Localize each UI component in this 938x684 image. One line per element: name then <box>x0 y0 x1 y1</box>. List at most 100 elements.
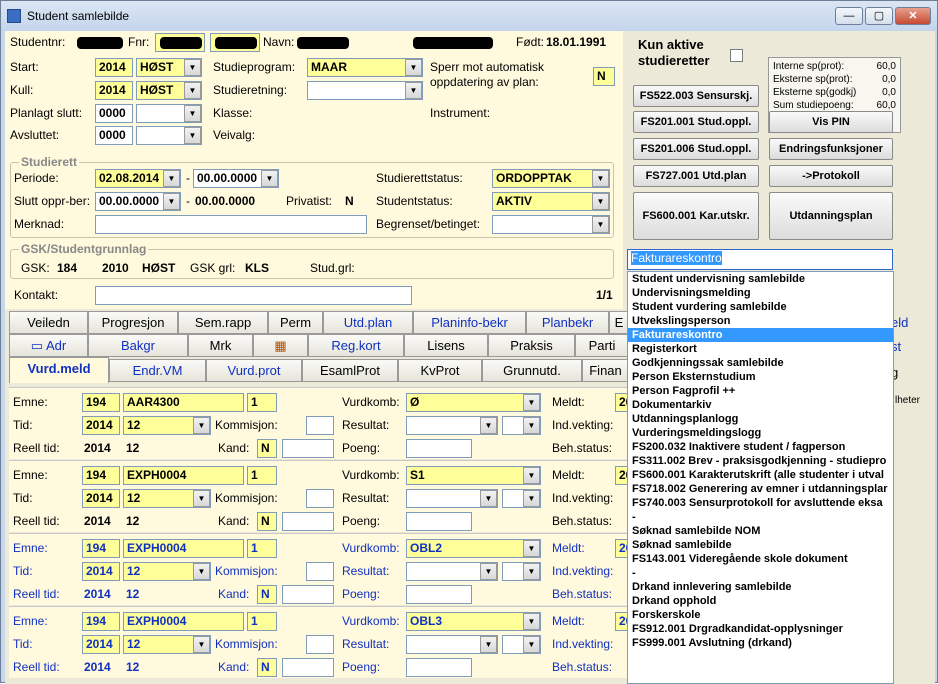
resultat-extra-select[interactable]: ▼ <box>502 562 541 581</box>
kand-extra-field[interactable] <box>282 585 334 604</box>
emne-version-field[interactable]: 1 <box>247 612 277 631</box>
dropdown-item[interactable]: FS912.001 Drgradkandidat-opplysninger <box>628 622 893 636</box>
chevron-down-icon[interactable]: ▼ <box>163 193 180 210</box>
emne-inst-field[interactable]: 194 <box>82 539 120 558</box>
dropdown-item[interactable]: Person Fagprofil ++ <box>628 384 893 398</box>
poeng-field[interactable] <box>406 658 472 677</box>
kontakt-field[interactable] <box>95 286 412 305</box>
emne-code-field[interactable]: EXPH0004 <box>123 539 244 558</box>
tab-adr[interactable]: ▭ Adr <box>9 334 88 357</box>
dropdown-item[interactable]: Vurderingsmeldingslogg <box>628 426 893 440</box>
studieprogram-select[interactable]: MAAR ▼ <box>307 58 423 77</box>
dropdown-item[interactable]: Undervisningsmelding <box>628 286 893 300</box>
tab-veiledn[interactable]: Veiledn <box>9 311 88 334</box>
tab-perm[interactable]: Perm <box>268 311 323 334</box>
tid-year-field[interactable]: 2014 <box>82 489 120 508</box>
poeng-field[interactable] <box>406 439 472 458</box>
utdanningsplan-button[interactable]: Utdanningsplan <box>769 192 893 240</box>
chevron-down-icon[interactable]: ▼ <box>592 216 609 233</box>
vurdkomb-select[interactable]: S1 ▼ <box>406 466 541 485</box>
dropdown-item[interactable]: FS143.001 Videregående skole dokument <box>628 552 893 566</box>
chevron-down-icon[interactable]: ▼ <box>193 563 210 580</box>
resultat-select[interactable]: ▼ <box>406 416 498 435</box>
dropdown-item[interactable]: - <box>628 510 893 524</box>
start-term-select[interactable]: HØST ▼ <box>136 58 202 77</box>
tid-term-select[interactable]: 12 ▼ <box>123 416 211 435</box>
kun-aktive-checkbox[interactable] <box>730 49 743 62</box>
tid-term-select[interactable]: 12 ▼ <box>123 635 211 654</box>
vurdkomb-select[interactable]: OBL2 ▼ <box>406 539 541 558</box>
kand-field[interactable]: N <box>257 439 277 458</box>
chevron-down-icon[interactable]: ▼ <box>592 170 609 187</box>
studentstatus-select[interactable]: AKTIV ▼ <box>492 192 610 211</box>
resultat-select[interactable]: ▼ <box>406 562 498 581</box>
chevron-down-icon[interactable]: ▼ <box>523 636 540 653</box>
endringsfunksjoner-button[interactable]: Endringsfunksjoner <box>769 138 893 160</box>
begrenset-select[interactable]: ▼ <box>492 215 610 234</box>
resultat-extra-select[interactable]: ▼ <box>502 635 541 654</box>
emne-version-field[interactable]: 1 <box>247 393 277 412</box>
kand-field[interactable]: N <box>257 658 277 677</box>
fs600-button[interactable]: FS600.001 Kar.utskr. <box>633 192 759 240</box>
dropdown-item[interactable]: FS311.002 Brev - praksisgodkjenning - st… <box>628 454 893 468</box>
start-year-field[interactable]: 2014 <box>95 58 133 77</box>
tab-vurdprot[interactable]: Vurd.prot <box>206 359 302 382</box>
tab-planinfo-bekr[interactable]: Planinfo-bekr <box>413 311 526 334</box>
vurdkomb-select[interactable]: OBL3 ▼ <box>406 612 541 631</box>
dropdown-item[interactable]: - <box>628 566 893 580</box>
chevron-down-icon[interactable]: ▼ <box>523 490 540 507</box>
chevron-down-icon[interactable]: ▼ <box>184 82 201 99</box>
tab-regkort[interactable]: Reg.kort <box>308 334 404 357</box>
emne-version-field[interactable]: 1 <box>247 466 277 485</box>
dropdown-item[interactable]: FS718.002 Generering av emner i utdannin… <box>628 482 893 496</box>
fnr-field[interactable] <box>155 33 205 52</box>
function-combo[interactable]: Fakturareskontro <box>627 249 893 270</box>
tab-finan[interactable]: Finan <box>582 359 629 382</box>
chevron-down-icon[interactable]: ▼ <box>523 394 540 411</box>
tab-endrvm[interactable]: Endr.VM <box>109 359 206 382</box>
kommisjon-field[interactable] <box>306 416 334 435</box>
kull-year-field[interactable]: 2014 <box>95 81 133 100</box>
sperr-field[interactable]: N <box>593 67 615 86</box>
tab-progresjon[interactable]: Progresjon <box>88 311 178 334</box>
tid-term-select[interactable]: 12 ▼ <box>123 562 211 581</box>
dropdown-item[interactable]: Forskerskole <box>628 608 893 622</box>
dropdown-item[interactable]: Utvekslingsperson <box>628 314 893 328</box>
dropdown-item[interactable]: FS999.001 Avslutning (drkand) <box>628 636 893 650</box>
tab-parti[interactable]: Parti <box>575 334 629 357</box>
chevron-down-icon[interactable]: ▼ <box>480 417 497 434</box>
tab-kvprot[interactable]: KvProt <box>398 359 482 382</box>
tab-praksis[interactable]: Praksis <box>488 334 575 357</box>
avsluttet-field[interactable]: 0000 <box>95 126 133 145</box>
vurdkomb-select[interactable]: Ø ▼ <box>406 393 541 412</box>
kull-term-select[interactable]: HØST ▼ <box>136 81 202 100</box>
chevron-down-icon[interactable]: ▼ <box>480 490 497 507</box>
planlagt-field[interactable]: 0000 <box>95 104 133 123</box>
resultat-extra-select[interactable]: ▼ <box>502 416 541 435</box>
protokoll-button[interactable]: ->Protokoll <box>769 165 893 187</box>
chevron-down-icon[interactable]: ▼ <box>480 563 497 580</box>
tab-esamlprot[interactable]: EsamlProt <box>302 359 398 382</box>
resultat-select[interactable]: ▼ <box>406 489 498 508</box>
tab-calculator[interactable]: ▦ <box>253 334 308 357</box>
dropdown-item[interactable]: Godkjenningssak samlebilde <box>628 356 893 370</box>
chevron-down-icon[interactable]: ▼ <box>523 417 540 434</box>
dropdown-item[interactable]: Søknad samlebilde NOM <box>628 524 893 538</box>
chevron-down-icon[interactable]: ▼ <box>523 613 540 630</box>
chevron-down-icon[interactable]: ▼ <box>193 417 210 434</box>
slutt-from-field[interactable]: 00.00.0000 ▼ <box>95 192 181 211</box>
planlagt-term-select[interactable]: ▼ <box>136 104 202 123</box>
minimize-button[interactable]: — <box>835 7 863 25</box>
poeng-field[interactable] <box>406 512 472 531</box>
tab-lisens[interactable]: Lisens <box>404 334 488 357</box>
poeng-field[interactable] <box>406 585 472 604</box>
pnr-field[interactable] <box>210 33 260 52</box>
chevron-down-icon[interactable]: ▼ <box>523 540 540 557</box>
close-button[interactable]: ✕ <box>895 7 931 25</box>
dropdown-item[interactable]: Søknad samlebilde <box>628 538 893 552</box>
dropdown-item[interactable]: Dokumentarkiv <box>628 398 893 412</box>
studierettstatus-select[interactable]: ORDOPPTAK ▼ <box>492 169 610 188</box>
dropdown-item[interactable]: Utdanningsplanlogg <box>628 412 893 426</box>
tab-vurdmeld[interactable]: Vurd.meld <box>9 357 109 383</box>
chevron-down-icon[interactable]: ▼ <box>405 82 422 99</box>
